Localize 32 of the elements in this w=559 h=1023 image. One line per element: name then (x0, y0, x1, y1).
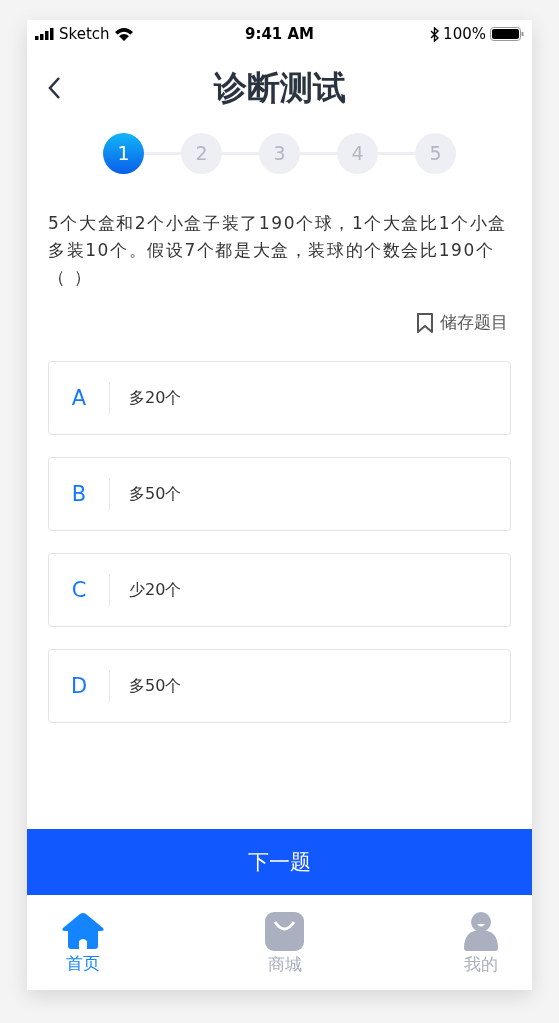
option-text: 多20个 (128, 387, 182, 409)
signal-icon (35, 28, 55, 40)
option-letter: C (49, 574, 110, 606)
page-title: 诊断测试 (213, 66, 346, 109)
tab-bar-item[interactable]: 首页 (55, 895, 111, 990)
tab-bar-item[interactable]: 商城 (259, 895, 310, 990)
option-text: 少20个 (128, 579, 182, 601)
back-icon[interactable] (47, 76, 61, 100)
option-text: 多50个 (128, 483, 182, 505)
step-indicator[interactable]: 1 (103, 132, 144, 174)
status-time: 9:41 AM (243, 25, 316, 43)
answer-option[interactable]: C 少20个 (48, 553, 511, 627)
option-letter: A (49, 382, 110, 414)
question-text: 5个大盒和2个小盒子装了190个球，1个大盒比1个小盒多装10个。假设7个都是大盒，装球的个数会比190个（ ） (48, 212, 508, 289)
option-letter: B (49, 478, 110, 510)
answer-option[interactable]: D 多50个 (48, 649, 511, 723)
answer-option[interactable]: A 多20个 (48, 361, 511, 435)
answer-option[interactable]: B 多50个 (48, 457, 511, 531)
shopping-bag-icon (265, 912, 304, 951)
home-icon (61, 912, 105, 950)
battery-percent: 100% (443, 25, 486, 43)
save-question-button[interactable]: 储存题目 (416, 311, 508, 334)
bookmark-icon (416, 311, 434, 334)
option-letter: D (49, 670, 110, 702)
next-question-button[interactable]: 下一题 (27, 829, 532, 895)
wifi-icon (113, 27, 134, 41)
battery-icon (490, 27, 524, 41)
option-text: 多50个 (128, 675, 182, 697)
carrier-name: Sketch (59, 25, 110, 43)
tab-bar-item[interactable]: 我的 (458, 895, 504, 990)
bluetooth-icon (430, 26, 440, 42)
user-icon (464, 912, 498, 951)
